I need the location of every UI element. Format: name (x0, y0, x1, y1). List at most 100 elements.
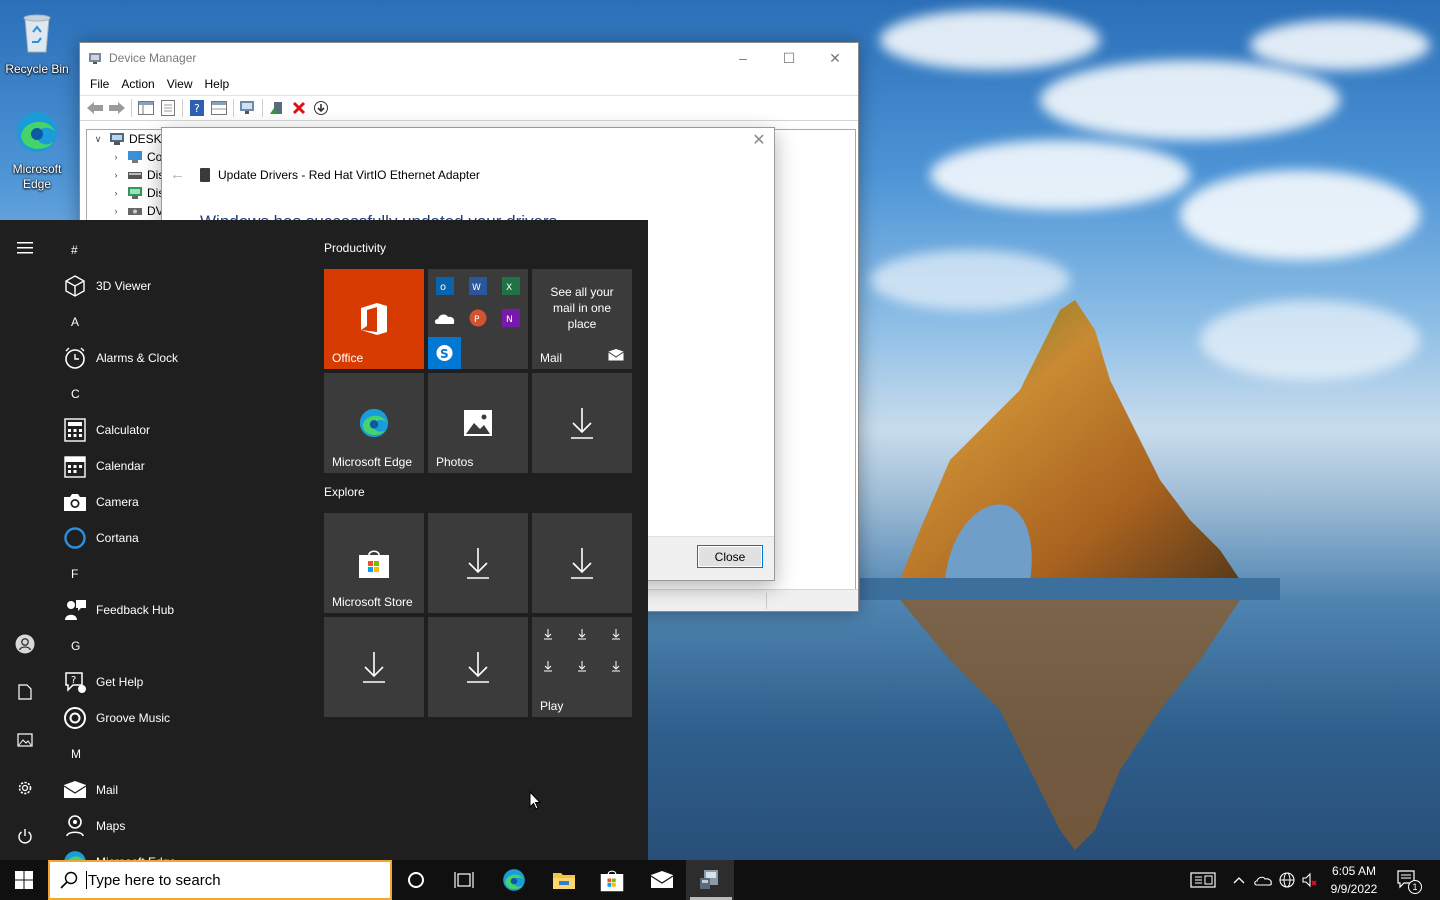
app-item-alarms-clock[interactable]: Alarms & Clock (56, 340, 306, 376)
section-letter-header[interactable]: G (56, 628, 306, 664)
app-item-cortana[interactable]: Cortana (56, 520, 306, 556)
close-button[interactable]: Close (697, 545, 763, 568)
recycle-bin-shortcut[interactable]: Recycle Bin (0, 8, 74, 77)
pictures-button[interactable] (0, 720, 50, 760)
tile-download-pending[interactable] (532, 373, 632, 473)
update-driver-icon[interactable] (266, 97, 288, 119)
tile-download-pending[interactable] (532, 513, 632, 613)
menu-action[interactable]: Action (115, 75, 160, 93)
network-tray-button[interactable] (1276, 860, 1298, 900)
edge-icon (17, 112, 57, 152)
app-item-get-help[interactable]: ? Get Help (56, 664, 306, 700)
onedrive-tray-button[interactable] (1252, 860, 1274, 900)
excel-icon: X (502, 277, 520, 295)
volume-tray-button[interactable] (1300, 860, 1322, 900)
section-letter-header[interactable]: M (56, 736, 306, 772)
tile-office[interactable]: Office (324, 269, 424, 369)
action-center-button[interactable]: 1 (1390, 860, 1426, 900)
section-letter-header[interactable]: C (56, 376, 306, 412)
menu-help[interactable]: Help (199, 75, 236, 93)
start-button[interactable] (0, 860, 48, 900)
back-arrow-icon[interactable] (84, 97, 106, 119)
taskbar-device-manager[interactable] (686, 860, 734, 900)
task-view-button[interactable] (440, 860, 488, 900)
properties-icon[interactable] (157, 97, 179, 119)
forward-arrow-icon[interactable] (106, 97, 128, 119)
tile-edge[interactable]: Microsoft Edge (324, 373, 424, 473)
cortana-button[interactable] (392, 860, 440, 900)
app-item-maps[interactable]: Maps (56, 808, 306, 844)
svg-text:N: N (506, 315, 513, 325)
view-details-icon[interactable] (208, 97, 230, 119)
power-button[interactable] (0, 816, 50, 856)
show-hide-tree-icon[interactable] (135, 97, 157, 119)
expand-chevron-icon[interactable]: › (109, 170, 123, 180)
section-letter-header[interactable]: # (56, 232, 306, 268)
app-item-calculator[interactable]: Calculator (56, 412, 306, 448)
account-button[interactable] (0, 624, 50, 664)
app-item-microsoft-edge[interactable]: Microsoft Edge (56, 844, 306, 860)
expand-chevron-icon[interactable]: › (109, 152, 123, 162)
globe-network-icon (1279, 872, 1295, 888)
show-hidden-icons-button[interactable] (1228, 860, 1250, 900)
app-item-label: Cortana (96, 531, 139, 545)
search-box[interactable]: Type here to search (48, 860, 392, 900)
settings-button[interactable] (0, 768, 50, 808)
collapse-chevron-icon[interactable]: ∨ (91, 134, 105, 145)
app-item-label: Calendar (96, 459, 145, 473)
maximize-button[interactable]: ☐ (766, 43, 812, 73)
taskbar-edge[interactable] (490, 860, 538, 900)
tile-download-pending[interactable] (428, 617, 528, 717)
app-item-label: Calculator (96, 423, 151, 437)
edge-shortcut[interactable]: Microsoft Edge (0, 108, 74, 192)
app-item-label: Camera (96, 495, 139, 509)
clock-time: 6:05 AM (1331, 864, 1377, 878)
taskbar-file-explorer[interactable] (540, 860, 588, 900)
download-arrow-icon (571, 548, 593, 579)
dvd-drive-icon (128, 208, 142, 215)
app-item-mail[interactable]: Mail (56, 772, 306, 808)
help-book-icon[interactable]: ? (186, 97, 208, 119)
expand-chevron-icon[interactable]: › (109, 188, 123, 198)
enable-device-icon[interactable] (310, 97, 332, 119)
expand-chevron-icon[interactable]: › (109, 206, 123, 216)
tile-store[interactable]: Microsoft Store (324, 513, 424, 613)
documents-button[interactable] (0, 672, 50, 712)
section-letter-header[interactable]: F (56, 556, 306, 592)
search-placeholder[interactable]: Type here to search (88, 872, 221, 889)
taskbar-news-button[interactable] (1186, 860, 1220, 900)
app-item-groove-music[interactable]: Groove Music (56, 700, 306, 736)
camera-icon (62, 489, 88, 515)
tile-photos[interactable]: Photos (428, 373, 528, 473)
menu-view[interactable]: View (161, 75, 199, 93)
close-window-button[interactable]: ✕ (812, 43, 858, 73)
cube-icon (62, 273, 88, 299)
app-item-feedback-hub[interactable]: Feedback Hub (56, 592, 306, 628)
app-item-calendar[interactable]: Calendar (56, 448, 306, 484)
back-arrow-icon[interactable]: ← (170, 166, 192, 183)
tile-download-pending[interactable] (324, 617, 424, 717)
scan-hardware-icon[interactable] (237, 97, 259, 119)
tile-office-apps[interactable]: o W X P N S (428, 269, 528, 369)
clock[interactable]: 6:05 AM 9/9/2022 (1322, 862, 1386, 898)
tile-play[interactable]: Play (532, 617, 632, 717)
feedback-icon (62, 597, 88, 623)
app-item-3d-viewer[interactable]: 3D Viewer (56, 268, 306, 304)
folder-icon (553, 873, 575, 889)
document-icon (18, 684, 32, 700)
cortana-icon (62, 525, 88, 551)
taskbar-store[interactable] (588, 860, 636, 900)
dialog-close-icon[interactable]: ✕ (752, 133, 766, 149)
rock-reflection-image (900, 600, 1240, 850)
tile-download-pending[interactable] (428, 513, 528, 613)
music-icon (62, 705, 88, 731)
menu-file[interactable]: File (84, 75, 115, 93)
uninstall-device-icon[interactable] (288, 97, 310, 119)
expand-menu-button[interactable] (0, 228, 50, 268)
edge-shortcut-label: Microsoft Edge (12, 162, 62, 191)
taskbar-mail[interactable] (638, 860, 686, 900)
minimize-button[interactable]: – (720, 43, 766, 73)
app-item-camera[interactable]: Camera (56, 484, 306, 520)
section-letter-header[interactable]: A (56, 304, 306, 340)
tile-mail[interactable]: See all your mail in one place Mail (532, 269, 632, 369)
